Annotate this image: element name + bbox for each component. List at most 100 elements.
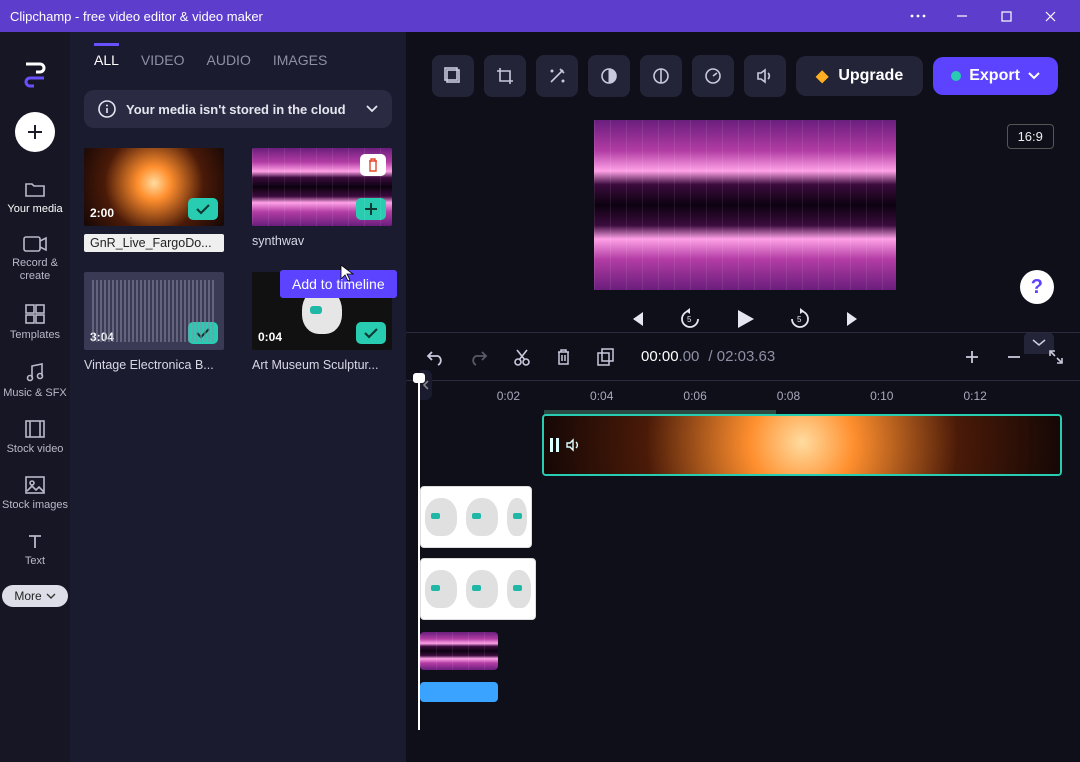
timeline-ruler[interactable]: 0 0:02 0:04 0:06 0:08 0:10 0:12 [406,380,1080,410]
window-title: Clipchamp - free video editor & video ma… [8,9,896,24]
info-icon [98,100,116,118]
redo-button[interactable] [470,349,488,365]
media-panel: ALL VIDEO AUDIO IMAGES Your media isn't … [70,32,406,762]
ruler-tick: 0:12 [963,389,986,403]
sidebar-more-button[interactable]: More [2,585,67,607]
templates-icon [25,304,45,324]
crop-button[interactable] [484,55,526,97]
speed-button[interactable] [692,55,734,97]
window-maximize-button[interactable] [984,0,1028,32]
status-dot-icon [951,71,961,81]
sidebar-item-text[interactable]: Text [0,524,70,576]
add-to-timeline-tooltip: Add to timeline [280,270,397,298]
music-icon [25,362,45,382]
video-clip[interactable] [542,414,1062,476]
undo-button[interactable] [426,349,444,365]
contrast-button[interactable] [588,55,630,97]
playhead[interactable] [418,379,420,730]
video-clip[interactable] [420,486,532,548]
timeline-toolbar: 00:00.00 / 02:03.63 [406,332,1080,380]
pause-icon [550,438,560,452]
media-name: synthwav [252,234,392,248]
zoom-out-button[interactable] [1006,349,1022,365]
tab-images[interactable]: IMAGES [273,52,327,76]
ruler-tick: 0:06 [683,389,706,403]
added-indicator[interactable] [188,198,218,220]
media-item[interactable]: 3:04 Vintage Electronica B... [84,272,224,372]
sidebar-item-your-media[interactable]: Your media [0,172,70,224]
zoom-in-button[interactable] [964,349,980,365]
play-button[interactable] [735,308,755,330]
duration-label: 0:04 [258,330,282,344]
image-icon [25,476,45,494]
media-thumbnail[interactable]: 2:00 [84,148,224,226]
media-name: Vintage Electronica B... [84,358,224,372]
trash-icon [367,158,379,172]
export-button[interactable]: Export [933,57,1058,95]
skip-start-button[interactable] [627,310,645,328]
add-to-timeline-button[interactable] [356,198,386,220]
camera-icon [23,236,47,252]
plus-icon [364,202,378,216]
plus-icon [26,123,44,141]
timeline-tracks[interactable]: — — — — — — — — — [406,410,1080,730]
duration-label: 3:04 [90,330,114,344]
window-more-button[interactable] [896,0,940,32]
tab-audio[interactable]: AUDIO [207,52,251,76]
preview-area: 16:9 ? 5 5 [406,120,1080,330]
media-tabs: ALL VIDEO AUDIO IMAGES [84,52,392,90]
diamond-icon: ◆ [816,66,828,86]
window-close-button[interactable] [1028,0,1072,32]
sidebar-item-label: Music & SFX [3,387,67,400]
filter-button[interactable] [640,55,682,97]
split-button[interactable] [514,348,530,366]
chevron-down-icon [1028,72,1040,80]
added-indicator[interactable] [356,322,386,344]
cloud-storage-notice[interactable]: Your media isn't stored in the cloud [84,90,392,128]
window-minimize-button[interactable] [940,0,984,32]
add-media-button[interactable] [15,112,55,152]
video-clip[interactable] [420,632,498,670]
duplicate-button[interactable] [597,348,615,366]
media-item[interactable]: 2:00 GnR_Live_FargoDo... [84,148,224,252]
sidebar-item-music-sfx[interactable]: Music & SFX [0,354,70,408]
tab-video[interactable]: VIDEO [141,52,185,76]
media-thumbnail[interactable] [252,148,392,226]
chevron-down-icon [366,105,378,113]
notice-text: Your media isn't stored in the cloud [126,102,346,117]
video-preview[interactable] [594,120,896,290]
fit-timeline-button[interactable] [1048,349,1064,365]
help-button[interactable]: ? [1020,270,1054,304]
film-icon [25,420,45,438]
sidebar-item-stock-images[interactable]: Stock images [0,468,70,520]
sidebar-item-templates[interactable]: Templates [0,296,70,350]
duration-label: 2:00 [90,206,114,220]
audio-clip[interactable] [420,682,498,702]
mouse-cursor-icon [340,264,354,282]
delete-clip-button[interactable] [556,348,571,366]
timecode-display: 00:00.00 / 02:03.63 [641,348,775,366]
magic-button[interactable] [536,55,578,97]
skip-end-button[interactable] [845,310,863,328]
media-thumbnail[interactable]: 3:04 [84,272,224,350]
volume-button[interactable] [744,55,786,97]
folder-icon [24,180,46,198]
aspect-ratio-button[interactable]: 16:9 [1007,124,1054,149]
svg-text:5: 5 [687,315,692,324]
chevron-down-icon [46,593,56,599]
media-item[interactable]: synthwav [252,148,392,252]
upgrade-button[interactable]: ◆ Upgrade [796,56,923,96]
layout-button[interactable] [432,55,474,97]
sidebar-item-label: Your media [7,203,62,216]
tab-all[interactable]: ALL [94,43,119,76]
delete-media-button[interactable] [360,154,386,176]
app-logo [16,56,54,94]
forward-button[interactable]: 5 [789,308,811,330]
check-icon [196,328,210,338]
rewind-button[interactable]: 5 [679,308,701,330]
sidebar-item-stock-video[interactable]: Stock video [0,412,70,464]
sidebar-item-record-create[interactable]: Record & create [0,228,70,291]
video-clip[interactable] [420,558,536,620]
added-indicator[interactable] [188,322,218,344]
editor-toolbar: ◆ Upgrade Export [406,32,1080,120]
